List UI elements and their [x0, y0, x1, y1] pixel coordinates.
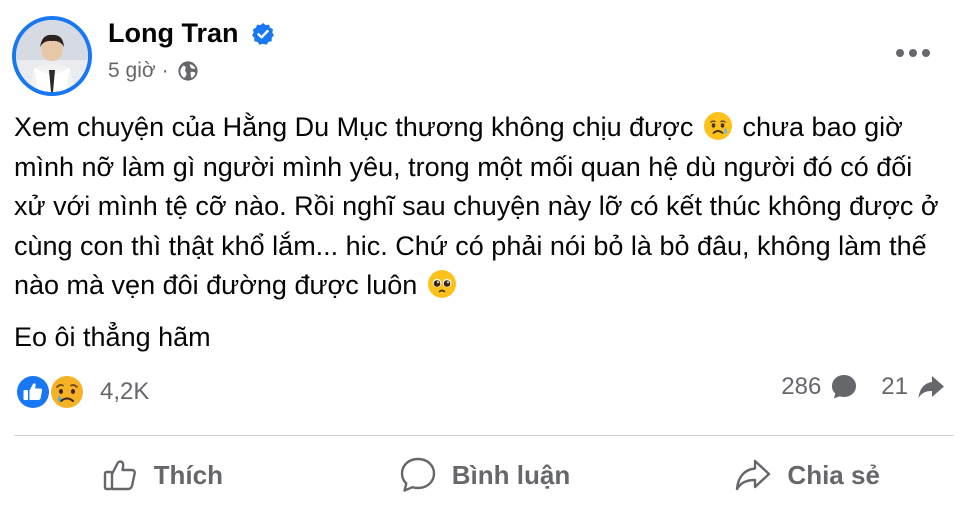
- more-dot-icon: [909, 49, 917, 57]
- like-reaction-icon: [15, 374, 51, 410]
- post-paragraph-2: Eo ôi thẳng hãm: [14, 321, 211, 352]
- reaction-icons: [14, 372, 94, 412]
- action-bar: Thích Bình luận Chia sẻ: [0, 440, 968, 510]
- sad-reaction-icon: [49, 374, 85, 410]
- reaction-count: 4,2K: [100, 378, 150, 405]
- divider: [14, 435, 954, 436]
- comment-count[interactable]: 286: [781, 372, 859, 402]
- avatar[interactable]: [12, 16, 92, 96]
- comment-count-value: 286: [781, 373, 822, 400]
- separator-dot: ·: [161, 59, 169, 82]
- avatar-photo: [16, 20, 88, 92]
- share-count[interactable]: 21: [881, 372, 946, 402]
- share-label: Chia sẻ: [787, 459, 880, 490]
- comment-icon: [400, 457, 435, 492]
- share-count-value: 21: [881, 373, 908, 400]
- globe-icon[interactable]: [177, 60, 199, 82]
- like-button[interactable]: Thích: [0, 440, 323, 510]
- post-text-part-1: Xem chuyện của Hằng Du Mục thương không …: [14, 112, 694, 142]
- engagement-stats: 286 21: [781, 372, 946, 402]
- verified-badge-icon: [252, 23, 274, 45]
- post-text: Xem chuyện của Hằng Du Mục thương không …: [14, 108, 944, 357]
- share-button[interactable]: Chia sẻ: [645, 440, 968, 510]
- facebook-post: Long Tran 5 giờ · Xem chuyện của Hằng Du…: [0, 0, 968, 516]
- reaction-summary[interactable]: 4,2K: [14, 372, 149, 412]
- more-options-button[interactable]: [888, 38, 938, 68]
- author-name[interactable]: Long Tran: [108, 18, 239, 49]
- sad-but-relieved-emoji-icon: [703, 112, 732, 140]
- post-time[interactable]: 5 giờ: [108, 59, 156, 83]
- pleading-face-emoji-icon: [427, 270, 456, 298]
- share-icon: [736, 459, 771, 491]
- comment-label: Bình luận: [451, 459, 571, 490]
- share-arrow-icon: [918, 376, 944, 398]
- comment-bubble-icon: [832, 375, 857, 399]
- comment-button[interactable]: Bình luận: [323, 440, 646, 510]
- post-paragraph-1: Xem chuyện của Hằng Du Mục thương không …: [14, 108, 944, 306]
- more-dot-icon: [922, 49, 930, 57]
- like-label: Thích: [153, 459, 223, 490]
- post-meta: 5 giờ ·: [108, 59, 199, 83]
- more-dot-icon: [896, 49, 904, 57]
- thumbs-up-icon: [103, 460, 136, 491]
